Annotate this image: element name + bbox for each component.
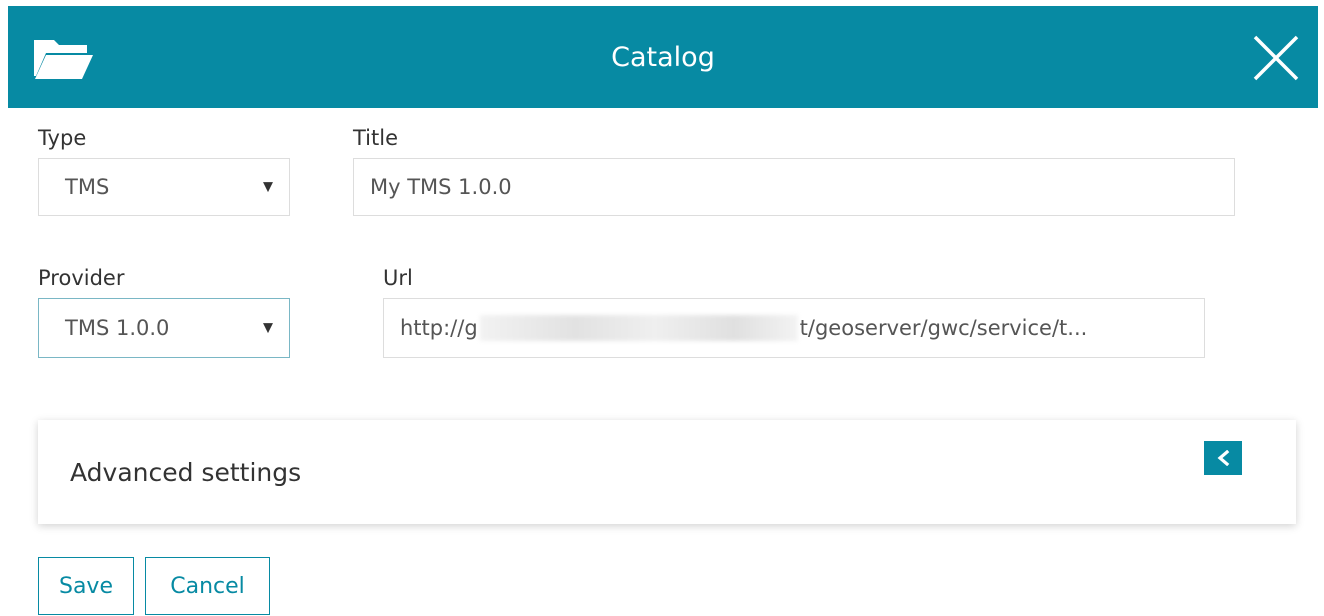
close-icon[interactable] [1252,34,1300,82]
dropdown-arrow-icon: ▼ [263,179,273,195]
redacted-text [479,315,798,341]
dialog-header: Catalog [8,6,1318,108]
title-label: Title [353,126,399,150]
advanced-settings-title: Advanced settings [70,457,302,487]
url-suffix: t/geoserver/gwc/service/t... [799,316,1088,340]
advanced-settings-toggle[interactable] [1204,441,1242,475]
provider-label: Provider [38,266,125,290]
provider-select-value: TMS 1.0.0 [65,316,170,340]
url-label: Url [383,266,413,290]
url-input[interactable]: http://g t/geoserver/gwc/service/t... [383,298,1205,358]
advanced-settings-panel: Advanced settings [38,420,1296,524]
url-prefix: http://g [400,316,478,340]
dialog-title: Catalog [611,41,715,73]
cancel-button[interactable]: Cancel [145,557,270,615]
title-input-value: My TMS 1.0.0 [370,175,512,199]
type-select-value: TMS [65,175,110,199]
type-label: Type [38,126,87,150]
title-input[interactable]: My TMS 1.0.0 [353,158,1235,216]
type-select[interactable]: TMS ▼ [38,158,290,216]
save-button[interactable]: Save [38,557,134,615]
dropdown-arrow-icon: ▼ [263,320,273,336]
provider-select[interactable]: TMS 1.0.0 ▼ [38,298,290,358]
chevron-left-icon [1217,450,1230,466]
